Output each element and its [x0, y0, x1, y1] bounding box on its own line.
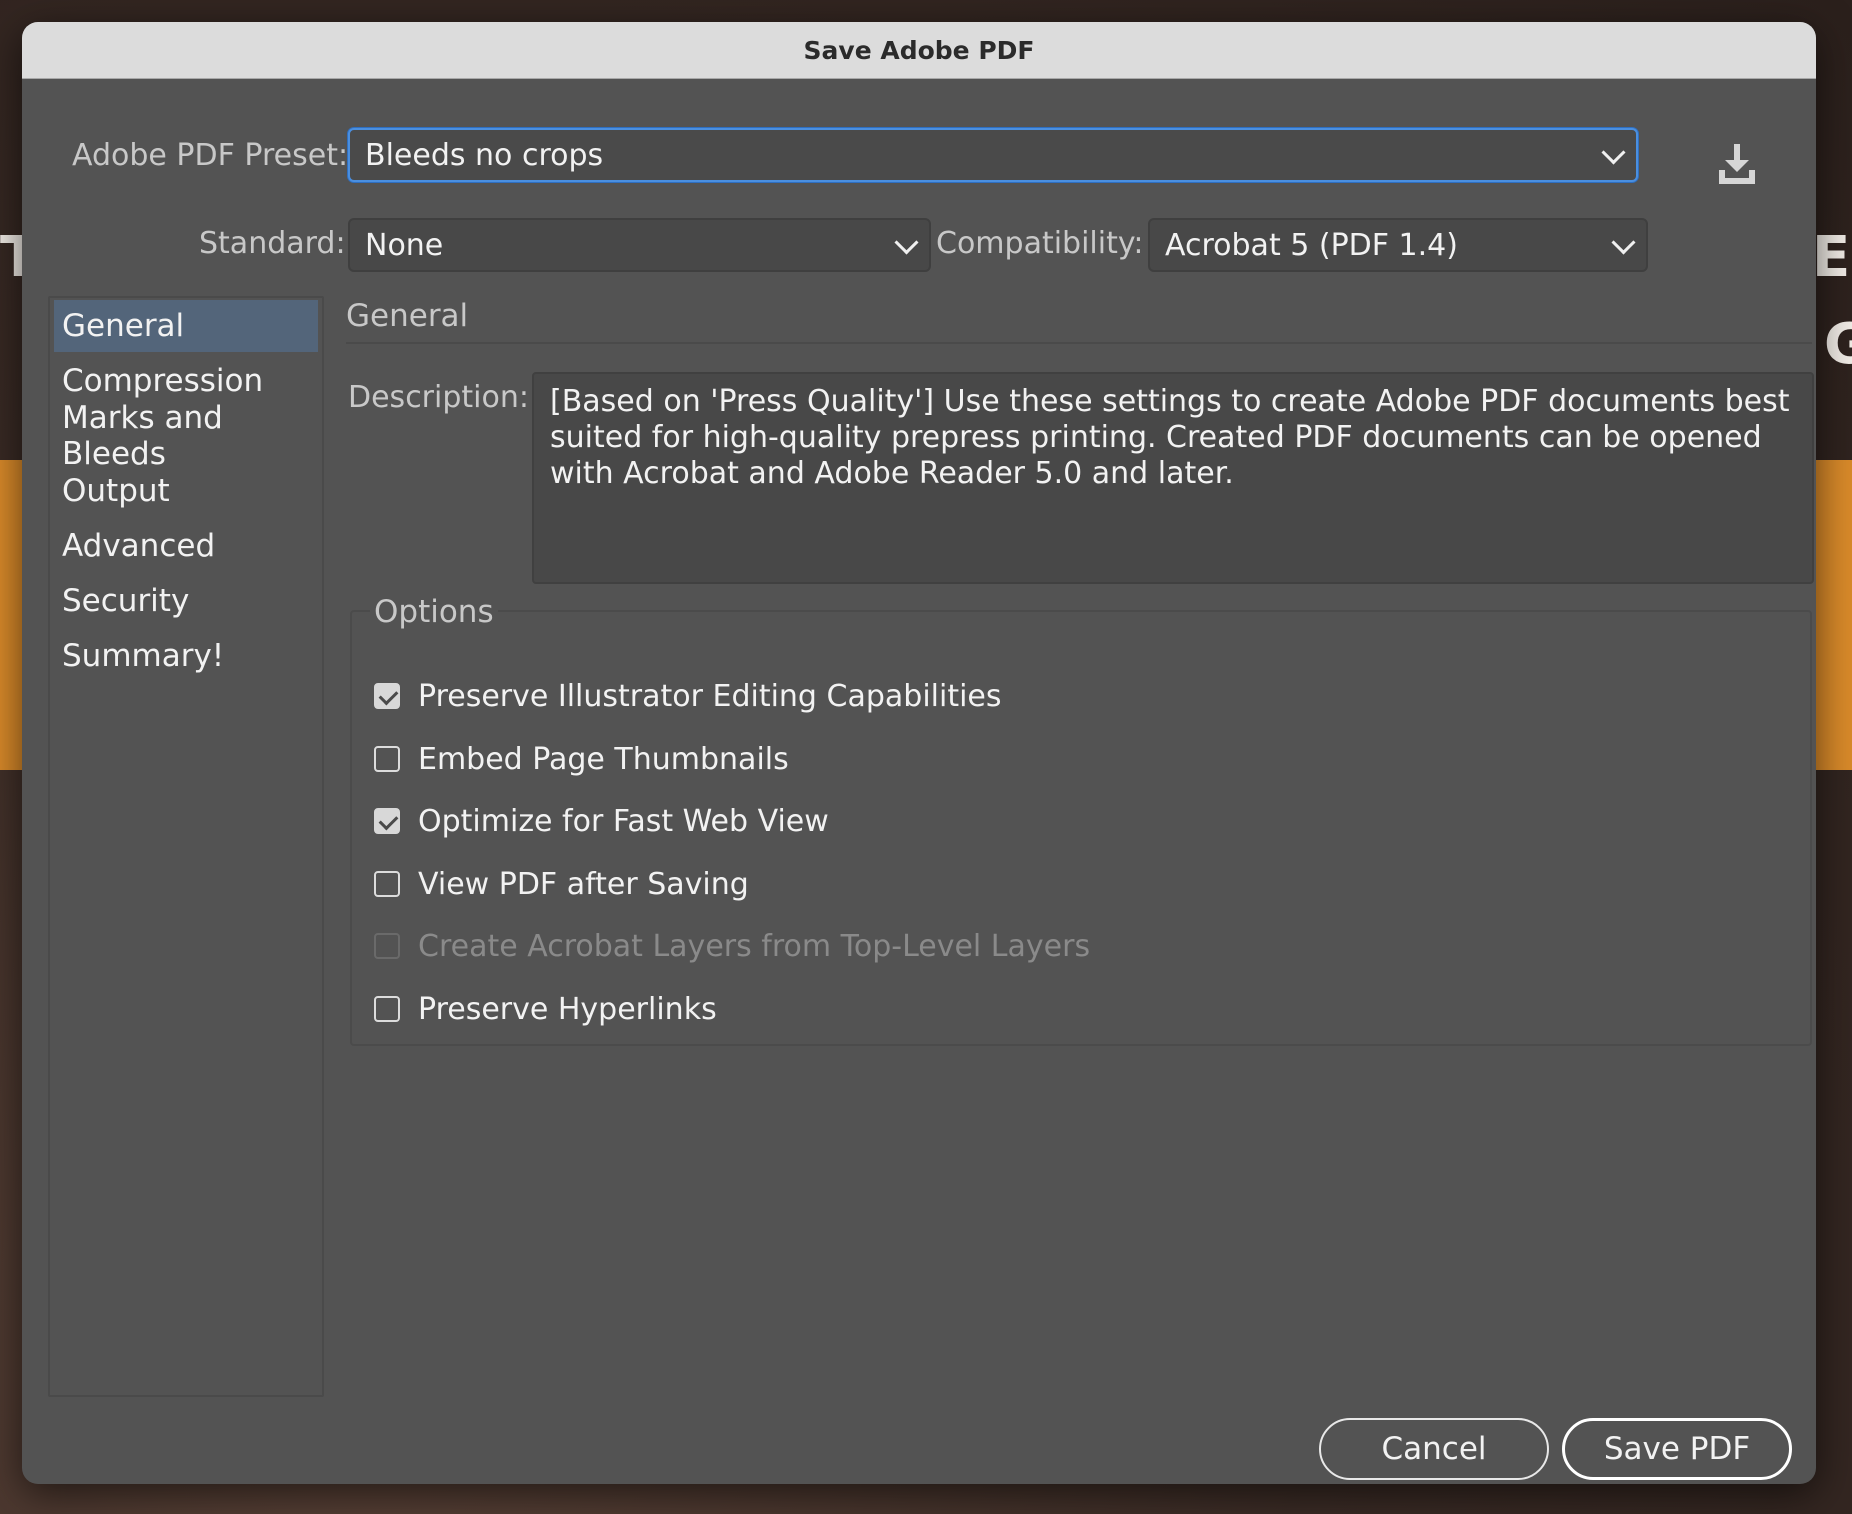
- option-label: Preserve Illustrator Editing Capabilitie…: [418, 678, 1002, 714]
- compatibility-label: Compatibility:: [936, 226, 1144, 261]
- section-divider: [346, 342, 1812, 344]
- sidebar-item-label: Marks and Bleeds: [62, 400, 223, 472]
- option-optimize-fast-web-view[interactable]: Optimize for Fast Web View: [374, 801, 829, 841]
- sidebar-item-label: Compression: [62, 363, 264, 399]
- standard-value: None: [365, 227, 444, 263]
- sidebar-item-security[interactable]: Security: [54, 575, 318, 627]
- section-title: General: [346, 298, 469, 334]
- option-create-acrobat-layers: Create Acrobat Layers from Top-Level Lay…: [374, 926, 1090, 966]
- preset-dropdown[interactable]: Bleeds no crops: [348, 128, 1638, 182]
- standard-dropdown[interactable]: None: [348, 218, 931, 272]
- description-text: [Based on 'Press Quality'] Use these set…: [532, 372, 1814, 584]
- sidebar-item-output[interactable]: Output: [54, 465, 318, 517]
- description-label: Description:: [348, 380, 529, 415]
- standard-label: Standard:: [199, 226, 346, 261]
- chevron-down-icon: [1611, 230, 1636, 255]
- download-icon[interactable]: [1713, 140, 1761, 188]
- option-preserve-hyperlinks[interactable]: Preserve Hyperlinks: [374, 989, 717, 1029]
- checkbox: [374, 933, 400, 959]
- sidebar-item-label: General: [62, 308, 185, 344]
- sidebar-item-label: Security: [62, 583, 190, 619]
- sidebar-item-advanced[interactable]: Advanced: [54, 520, 318, 572]
- option-embed-page-thumbnails[interactable]: Embed Page Thumbnails: [374, 739, 789, 779]
- checkbox[interactable]: [374, 871, 400, 897]
- background-glyph: G: [1824, 312, 1852, 377]
- preset-value: Bleeds no crops: [365, 137, 604, 173]
- option-label: Create Acrobat Layers from Top-Level Lay…: [418, 928, 1091, 964]
- option-label: Optimize for Fast Web View: [418, 803, 829, 839]
- sidebar: General Compression Marks and Bleeds Out…: [48, 296, 324, 1397]
- chevron-down-icon: [894, 230, 919, 255]
- checkbox[interactable]: [374, 996, 400, 1022]
- compatibility-value: Acrobat 5 (PDF 1.4): [1165, 227, 1458, 263]
- dialog-titlebar[interactable]: Save Adobe PDF: [22, 22, 1816, 79]
- dialog-title: Save Adobe PDF: [803, 35, 1035, 65]
- options-title: Options: [370, 594, 498, 630]
- chevron-down-icon: [1601, 140, 1626, 165]
- option-preserve-illustrator-editing[interactable]: Preserve Illustrator Editing Capabilitie…: [374, 676, 1002, 716]
- preset-label: Adobe PDF Preset:: [72, 138, 349, 173]
- sidebar-item-label: Output: [62, 473, 170, 509]
- checkbox[interactable]: [374, 808, 400, 834]
- checkbox[interactable]: [374, 683, 400, 709]
- sidebar-item-general[interactable]: General: [54, 300, 318, 352]
- sidebar-item-label: Summary!: [62, 638, 225, 674]
- save-pdf-button[interactable]: Save PDF: [1562, 1418, 1792, 1480]
- sidebar-item-label: Advanced: [62, 528, 216, 564]
- cancel-button[interactable]: Cancel: [1319, 1418, 1549, 1480]
- option-label: View PDF after Saving: [418, 866, 749, 902]
- option-view-pdf-after-saving[interactable]: View PDF after Saving: [374, 864, 749, 904]
- checkbox[interactable]: [374, 746, 400, 772]
- sidebar-item-summary[interactable]: Summary!: [54, 630, 318, 682]
- compatibility-dropdown[interactable]: Acrobat 5 (PDF 1.4): [1148, 218, 1648, 272]
- background-glyph: E: [1812, 225, 1851, 290]
- save-pdf-dialog: Save Adobe PDF Adobe PDF Preset: Bleeds …: [22, 22, 1816, 1484]
- sidebar-item-marks-and-bleeds[interactable]: Marks and Bleeds: [54, 400, 318, 472]
- option-label: Preserve Hyperlinks: [418, 991, 717, 1027]
- option-label: Embed Page Thumbnails: [418, 741, 789, 777]
